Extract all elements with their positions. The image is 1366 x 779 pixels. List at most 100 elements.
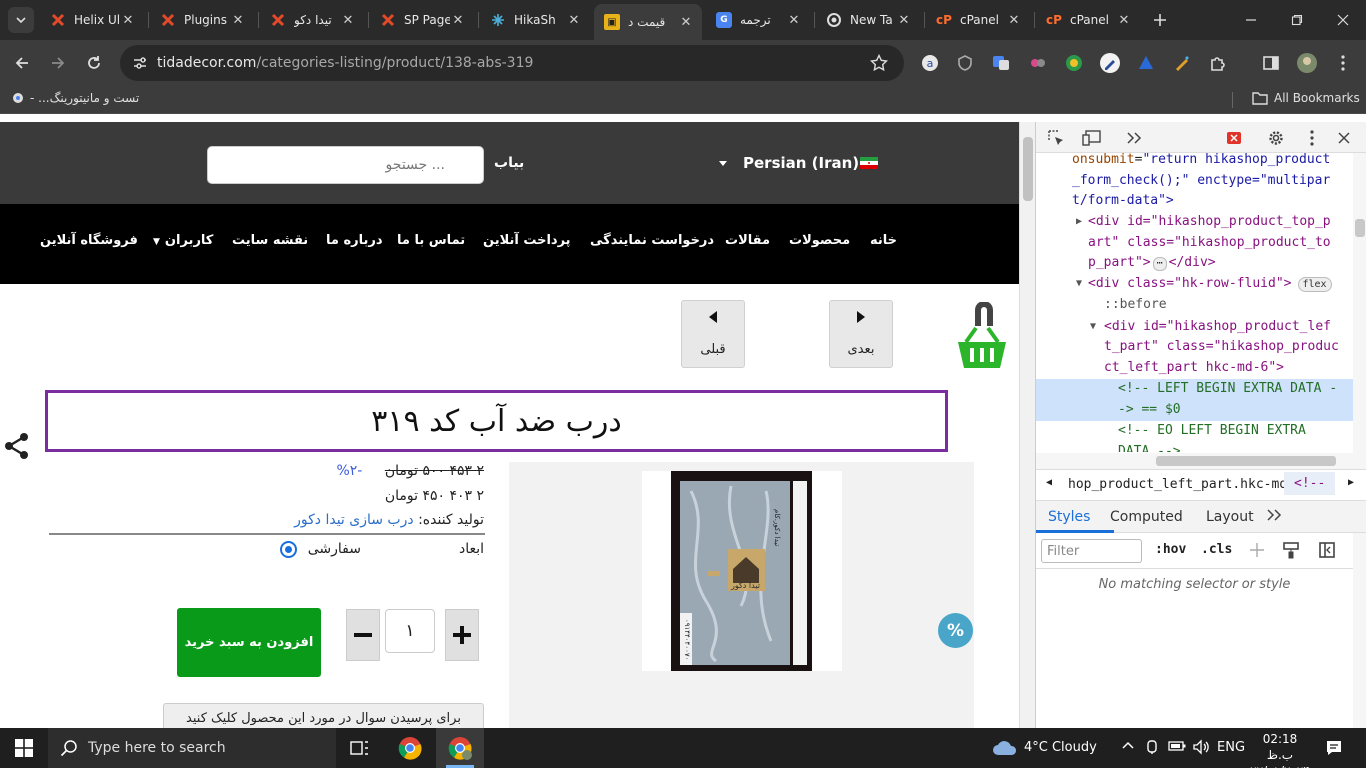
new-rule-icon[interactable] <box>1248 541 1266 559</box>
menu-item-contact[interactable]: تماس با ما <box>397 233 465 248</box>
menu-item-online-shop[interactable]: فروشگاه آنلاین <box>40 233 138 248</box>
inspect-element-icon[interactable] <box>1046 128 1066 148</box>
volume-icon[interactable] <box>1192 739 1210 755</box>
taskbar-chrome[interactable] <box>386 728 434 768</box>
dom-line[interactable]: <!-- EO LEFT BEGIN EXTRA <box>1118 421 1306 442</box>
meet-now-icon[interactable] <box>1145 739 1161 755</box>
search-submit-button[interactable]: بیاب <box>494 155 524 171</box>
tab-active-product[interactable]: ▣ قیمت د ✕ <box>594 4 702 40</box>
dom-line[interactable]: t_part" class="hikashop_produc <box>1104 337 1339 358</box>
more-menu-icon[interactable] <box>1333 53 1353 73</box>
close-icon[interactable]: ✕ <box>340 12 356 28</box>
start-button[interactable] <box>0 728 48 768</box>
address-bar[interactable]: tidadecor.com/categories-listing/product… <box>120 45 904 81</box>
site-search-input[interactable]: جستجو ... <box>207 146 484 184</box>
close-icon[interactable]: ✕ <box>678 14 694 30</box>
collapsed-badge[interactable]: ⋯ <box>1152 257 1167 271</box>
taskbar-clock[interactable]: 02:18 ب.ظ ۲۷/۰۱/۲۰۲۴ <box>1250 731 1310 778</box>
class-toggle[interactable]: .cls <box>1201 542 1232 557</box>
tab-sp-page[interactable]: SP Page ✕ <box>370 6 474 34</box>
breadcrumb-item[interactable]: hop_product_left_part.hkc-md-6 <box>1068 477 1303 492</box>
close-icon[interactable]: ✕ <box>1116 12 1132 28</box>
close-icon[interactable]: ✕ <box>566 12 582 28</box>
close-icon[interactable]: ✕ <box>230 12 246 28</box>
more-tabs-icon[interactable] <box>1266 509 1282 521</box>
extensions-puzzle-icon[interactable] <box>1208 53 1228 73</box>
flex-badge[interactable]: flex <box>1297 277 1332 292</box>
dimension-radio[interactable] <box>280 541 297 558</box>
chevron-left-icon[interactable]: ◀ <box>1046 477 1052 488</box>
profile-avatar[interactable] <box>1297 53 1317 73</box>
close-icon[interactable]: ✕ <box>786 12 802 28</box>
extension-lens-icon[interactable] <box>1028 53 1048 73</box>
dom-line[interactable]: <div class="hk-row-fluid"> flex <box>1088 274 1332 295</box>
elements-scrollbar[interactable] <box>1353 153 1366 453</box>
product-image[interactable]: تیدا دکور تیدا دکور.کام ۰۹۱۴۴۰۴۰۰۷۰ <box>671 471 812 671</box>
new-tab-button[interactable] <box>1140 0 1180 40</box>
menu-item-products[interactable]: محصولات <box>789 233 850 248</box>
settings-gear-icon[interactable] <box>1266 128 1286 148</box>
scrollbar-thumb[interactable] <box>1023 137 1033 201</box>
language-selector[interactable]: Persian (Iran) <box>743 154 859 172</box>
tab-helix[interactable]: Helix Ul ✕ <box>40 6 144 34</box>
chevron-right-icon[interactable]: ▶ <box>1348 477 1354 488</box>
battery-icon[interactable] <box>1168 740 1186 752</box>
collapse-arrow-icon[interactable]: ▼ <box>1076 274 1082 295</box>
elements-horizontal-scrollbar[interactable] <box>1036 453 1366 469</box>
dom-line[interactable]: _form_check();" enctype="multipar <box>1072 171 1330 192</box>
extension-translate-icon[interactable] <box>991 53 1011 73</box>
close-icon[interactable]: ✕ <box>1006 12 1022 28</box>
task-view-button[interactable] <box>336 728 384 768</box>
styles-filter-input[interactable]: Filter <box>1041 539 1142 563</box>
dom-line[interactable]: DATA --> <box>1118 442 1181 452</box>
menu-item-online-payment[interactable]: پرداخت آنلاین <box>483 233 571 248</box>
show-hidden-icons-chevron-up-icon[interactable] <box>1121 738 1135 752</box>
more-tabs-icon[interactable] <box>1124 128 1144 148</box>
dom-line[interactable]: ::before <box>1104 295 1167 316</box>
dom-line[interactable]: onsubmit="return hikashop_product <box>1072 150 1330 171</box>
collapse-arrow-icon[interactable]: ▼ <box>1090 317 1096 338</box>
tab-cpanel-1[interactable]: cP cPanel ✕ <box>926 6 1030 34</box>
extension-brush-icon[interactable] <box>1172 53 1192 73</box>
ask-question-button[interactable]: برای پرسیدن سوال در مورد این محصول کلیک … <box>163 703 484 728</box>
manufacturer-link[interactable]: درب سازی تیدا دکور <box>294 512 414 528</box>
dom-line[interactable]: t/form-data"> <box>1072 191 1174 212</box>
dom-line[interactable]: <div id="hikashop_product_top_p <box>1088 212 1331 233</box>
quantity-increase-button[interactable] <box>445 609 479 661</box>
dom-line-selected[interactable]: -> == $0 <box>1118 400 1181 421</box>
extension-globe-icon[interactable] <box>1064 53 1084 73</box>
next-product-button[interactable]: بعدی <box>829 300 893 368</box>
hover-state-toggle[interactable]: :hov <box>1155 542 1186 557</box>
restore-button[interactable] <box>1274 0 1320 40</box>
menu-item-articles[interactable]: مقالات <box>725 233 770 248</box>
quantity-input[interactable]: ۱ <box>385 609 435 653</box>
extension-triangle-icon[interactable] <box>1136 53 1156 73</box>
all-bookmarks-button[interactable]: All Bookmarks <box>1252 91 1360 105</box>
star-icon[interactable] <box>870 54 888 72</box>
reload-button[interactable] <box>80 49 108 77</box>
page-scrollbar[interactable] <box>1019 122 1035 728</box>
tab-layout[interactable]: Layout <box>1206 509 1254 525</box>
input-language-indicator[interactable]: ENG <box>1217 740 1245 755</box>
close-icon[interactable]: ✕ <box>120 12 136 28</box>
dom-line[interactable]: ct_left_part hkc-md-6"> <box>1104 358 1284 379</box>
menu-item-home[interactable]: خانه <box>870 233 897 248</box>
breadcrumb-item-comment[interactable]: <!-- <box>1284 472 1336 495</box>
forward-button[interactable] <box>44 49 72 77</box>
menu-item-agency-request[interactable]: درخواست نمایندگی <box>590 233 714 248</box>
dom-line-selected[interactable]: <!-- LEFT BEGIN EXTRA DATA - <box>1118 379 1337 400</box>
minimize-button[interactable] <box>1228 0 1274 40</box>
dom-line[interactable]: p_part"> ⋯ </div> <box>1088 253 1216 274</box>
close-window-button[interactable] <box>1320 0 1366 40</box>
error-count-icon[interactable] <box>1224 128 1244 148</box>
share-button[interactable] <box>0 424 34 468</box>
close-icon[interactable]: ✕ <box>450 12 466 28</box>
extension-a-icon[interactable]: a <box>920 53 940 73</box>
toggle-sidebar-icon[interactable] <box>1318 541 1336 559</box>
tab-hikashop[interactable]: HikaSh ✕ <box>480 6 590 34</box>
taskbar-search[interactable]: Type here to search <box>48 728 336 768</box>
menu-item-users[interactable]: ▼ کاربران <box>153 233 213 248</box>
tab-translate[interactable]: G ترجمه ✕ <box>706 6 810 34</box>
chevron-down-icon[interactable] <box>719 161 727 166</box>
close-icon[interactable]: ✕ <box>896 12 912 28</box>
